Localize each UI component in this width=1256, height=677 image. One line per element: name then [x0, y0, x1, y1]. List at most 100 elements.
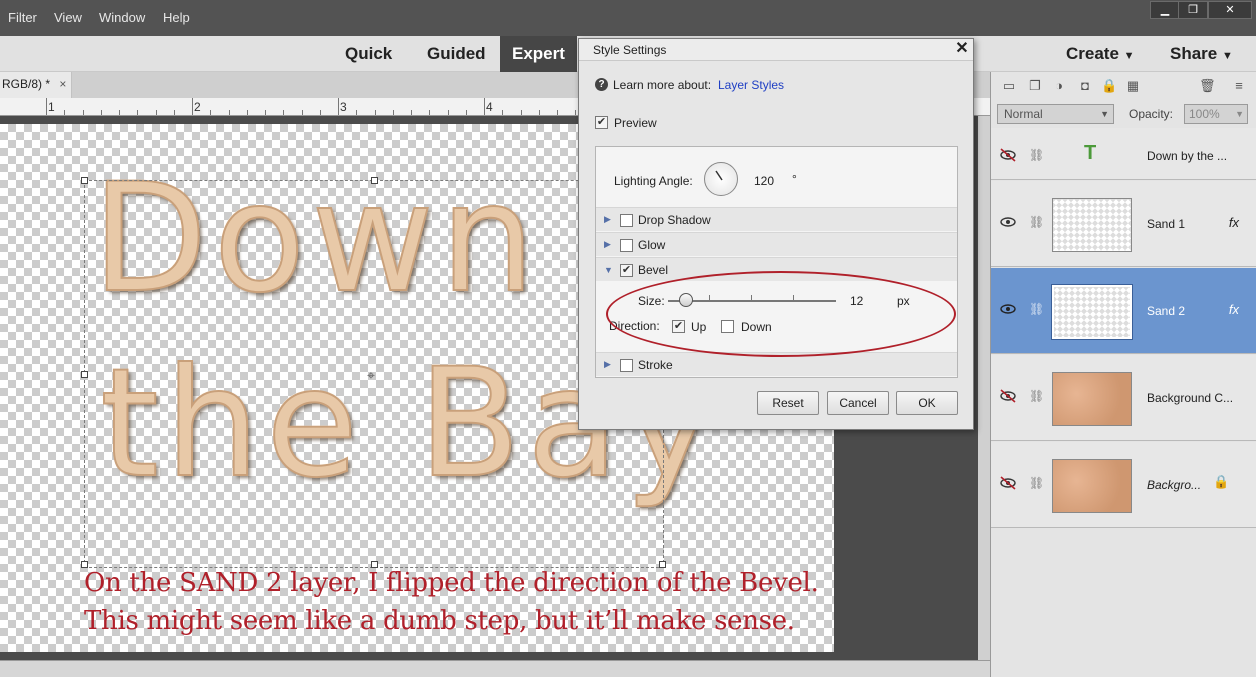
ruler-tick	[46, 98, 47, 115]
transform-handle[interactable]	[371, 561, 378, 568]
vertical-scrollbar[interactable]	[978, 116, 990, 661]
trash-icon[interactable]: 🗑	[1199, 78, 1216, 94]
help-icon: ?	[595, 78, 608, 91]
effect-glow[interactable]: ▶ Glow	[596, 232, 957, 256]
layer-row-background[interactable]: ⛓ Backgro... 🔒	[991, 442, 1256, 528]
restore-icon[interactable]: ❐	[1178, 1, 1208, 19]
mode-guided[interactable]: Guided	[427, 36, 486, 72]
menu-help[interactable]: Help	[163, 10, 190, 25]
ruler-tick	[465, 110, 467, 115]
ruler-tick	[210, 110, 212, 115]
layer-row-sand1[interactable]: ⛓ Sand 1 fx	[991, 181, 1256, 267]
ruler-tick	[392, 110, 394, 115]
ruler-tick	[192, 98, 193, 115]
blend-mode-select[interactable]: Normal ▼	[997, 104, 1114, 124]
effect-label: Stroke	[638, 358, 673, 372]
ok-button[interactable]: OK	[896, 391, 958, 415]
layers-panel: ▭ ❐ ◑ ◘ 🔒 ▦ 🗑 ≡ Normal ▼ Opacity: 100% ▼…	[990, 72, 1256, 677]
glow-checkbox[interactable]	[620, 239, 633, 252]
link-icon: ⛓	[1029, 215, 1045, 229]
bevel-checkbox[interactable]: ✔	[620, 264, 633, 277]
transform-handle[interactable]	[81, 371, 88, 378]
mode-quick[interactable]: Quick	[345, 36, 392, 72]
close-tab-icon[interactable]: ×	[59, 77, 66, 91]
caption-line-1: On the SAND 2 layer, I flipped the direc…	[84, 568, 819, 598]
ruler-tick	[319, 110, 321, 115]
expand-triangle-icon[interactable]: ▶	[604, 359, 611, 370]
lighting-angle-value[interactable]: 120	[754, 174, 774, 188]
share-menu[interactable]: Share ▼	[1170, 36, 1233, 72]
layer-name: Sand 2	[1147, 304, 1186, 318]
layer-row-text[interactable]: ⛓ T Down by the ...	[991, 128, 1256, 180]
layer-fx-icon[interactable]: fx	[1229, 215, 1239, 230]
create-menu[interactable]: Create ▼	[1066, 36, 1135, 72]
ruler-tick	[82, 110, 84, 115]
stroke-checkbox[interactable]	[620, 359, 633, 372]
layer-styles-link[interactable]: Layer Styles	[718, 78, 784, 92]
ruler-tick	[301, 110, 303, 115]
mode-expert[interactable]: Expert	[500, 36, 577, 72]
ruler-tick	[173, 110, 175, 115]
layer-row-sand2[interactable]: ⛓ Sand 2 fx	[991, 268, 1256, 354]
layer-thumbnail	[1052, 198, 1132, 252]
new-group-icon[interactable]: ❐	[1027, 78, 1043, 94]
lighting-angle-label: Lighting Angle:	[614, 174, 693, 188]
effect-label: Glow	[638, 238, 666, 252]
ruler-tick	[502, 110, 504, 115]
style-settings-dialog: Style Settings ✕ ? Learn more about: Lay…	[578, 38, 974, 430]
menu-view[interactable]: View	[54, 10, 82, 25]
add-mask-icon[interactable]: ◘	[1077, 78, 1093, 94]
ruler-label: 3	[340, 100, 347, 114]
cancel-button[interactable]: Cancel	[827, 391, 889, 415]
close-icon[interactable]: ✕	[953, 40, 971, 58]
dialog-title[interactable]: Style Settings	[579, 39, 973, 61]
selection-bounding-box[interactable]: ⌖	[81, 177, 666, 568]
ruler-tick	[447, 110, 449, 115]
close-window-icon[interactable]: ✕	[1208, 1, 1252, 19]
visibility-on-icon[interactable]	[999, 215, 1017, 229]
link-icon: ⛓	[1029, 302, 1045, 316]
ruler-tick	[538, 110, 540, 115]
preview-checkbox[interactable]: ✔	[595, 116, 608, 129]
visibility-on-icon[interactable]	[999, 302, 1017, 316]
lighting-angle-dial[interactable]	[704, 162, 738, 196]
ruler-tick	[265, 110, 266, 115]
annotation-ellipse	[606, 271, 956, 357]
transform-handle[interactable]	[371, 177, 378, 184]
visibility-off-icon[interactable]	[999, 476, 1017, 490]
ruler-tick	[356, 110, 358, 115]
transform-handle[interactable]	[659, 561, 666, 568]
layer-fx-icon[interactable]: fx	[1229, 302, 1239, 317]
effect-drop-shadow[interactable]: ▶ Drop Shadow	[596, 207, 957, 231]
transform-handle[interactable]	[81, 561, 88, 568]
minimize-icon[interactable]: ▁	[1150, 1, 1180, 19]
menu-filter[interactable]: Filter	[8, 10, 37, 25]
lock-transparent-icon[interactable]: ▦	[1125, 78, 1141, 94]
lock-icon[interactable]: 🔒	[1213, 474, 1229, 490]
horizontal-scrollbar[interactable]	[0, 660, 990, 677]
expand-triangle-icon[interactable]: ▶	[604, 214, 611, 225]
effect-label: Drop Shadow	[638, 213, 711, 227]
panel-menu-icon[interactable]: ≡	[1231, 78, 1247, 94]
layer-thumbnail	[1052, 459, 1132, 513]
expand-triangle-icon[interactable]: ▶	[604, 239, 611, 250]
lock-all-icon[interactable]: 🔒	[1101, 78, 1117, 94]
visibility-off-icon[interactable]	[999, 148, 1017, 162]
transform-handle[interactable]	[81, 177, 88, 184]
visibility-off-icon[interactable]	[999, 389, 1017, 403]
opacity-field[interactable]: 100% ▼	[1184, 104, 1248, 124]
ruler-tick	[283, 110, 285, 115]
adjustment-layer-icon[interactable]: ◑	[1051, 78, 1067, 94]
document-tab[interactable]: RGB/8) * ×	[0, 72, 72, 98]
menu-window[interactable]: Window	[99, 10, 145, 25]
share-label: Share	[1170, 44, 1218, 63]
layer-row-background-copy[interactable]: ⛓ Background C...	[991, 355, 1256, 441]
ruler-tick	[64, 110, 66, 115]
drop-shadow-checkbox[interactable]	[620, 214, 633, 227]
collapse-triangle-icon[interactable]: ▼	[604, 265, 613, 275]
new-layer-icon[interactable]: ▭	[1001, 78, 1017, 94]
ruler-tick	[137, 110, 139, 115]
ruler-tick	[575, 110, 577, 115]
reset-button[interactable]: Reset	[757, 391, 819, 415]
layer-name: Backgro...	[1147, 478, 1202, 492]
